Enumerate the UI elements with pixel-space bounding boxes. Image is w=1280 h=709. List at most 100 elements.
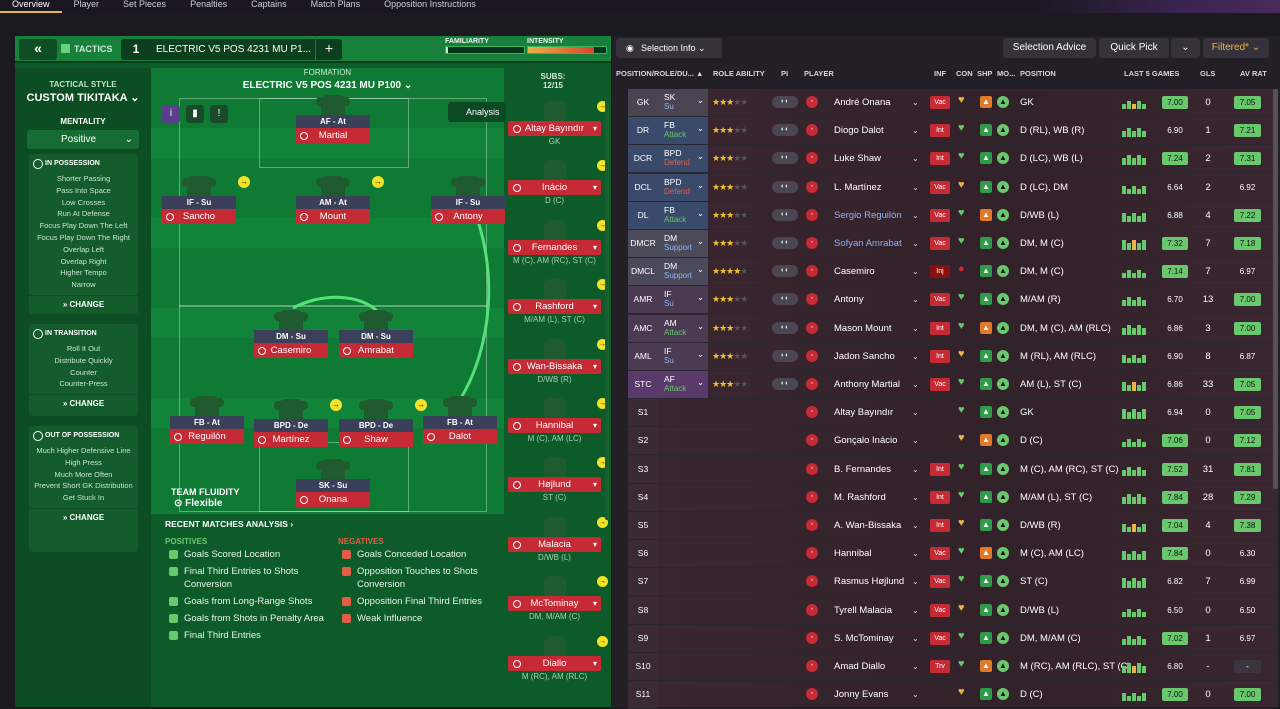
player-dropdown[interactable]: ⌄ — [912, 230, 919, 257]
sub-player[interactable]: →Altay BayındırGK — [508, 101, 608, 146]
player-name-link[interactable]: M. Rashford — [834, 484, 920, 511]
player-dropdown[interactable]: ⌄ — [912, 89, 919, 116]
right-scrollbar[interactable] — [1273, 89, 1278, 707]
col-header-pi[interactable]: PI — [781, 69, 788, 78]
player-name-link[interactable]: Jonny Evans — [834, 681, 920, 708]
player-name-link[interactable]: Sofyan Amrabat — [834, 230, 920, 257]
player-instructions-toggle[interactable]: ◐◐ — [772, 237, 798, 249]
left-scrollbar[interactable] — [605, 100, 609, 520]
player-dropdown[interactable]: ⌄ — [912, 258, 919, 285]
filter-button[interactable]: Filtered* ⌄ — [1203, 38, 1269, 58]
quick-pick-dropdown[interactable]: ⌄ — [1171, 38, 1200, 58]
col-header-goals[interactable]: GLS — [1200, 69, 1215, 78]
player-dropdown[interactable]: ⌄ — [912, 315, 919, 342]
table-row[interactable]: S9 ◦ S. McTominay ⌄ Vac ♥ ▲ ▲ DM, M/AM (C) 7.02 1 6… — [628, 624, 1273, 653]
table-row[interactable]: S1 ◦ Altay Bayındır ⌄ ♥ ▲ ▲ GK 6.94 0 7.05 — [628, 399, 1273, 428]
player-name-link[interactable]: L. Martínez — [834, 174, 920, 201]
player-instructions-toggle[interactable]: ◐◐ — [772, 321, 798, 334]
sub-player[interactable]: →HøjlundST (C) — [508, 457, 608, 502]
table-row[interactable]: DL FB Attack ⌄ ★★★★★ ◐◐ ◦ Sergio Reguilón ⌄ Vac ♥ ▲… — [628, 201, 1273, 230]
player-dropdown[interactable]: ⌄ — [912, 597, 919, 624]
sub-player[interactable]: →InácioD (C) — [508, 160, 608, 205]
player-dropdown[interactable]: ⌄ — [912, 484, 919, 511]
sub-player[interactable]: →McTominayDM, M/AM (C) — [508, 576, 608, 621]
pitch-player[interactable]: SK - Su Onana — [296, 459, 370, 507]
player-dropdown[interactable]: ⌄ — [912, 117, 919, 144]
player-name-link[interactable]: Luke Shaw — [834, 145, 920, 172]
tab-captains[interactable]: Captains — [239, 0, 299, 13]
in-possession-change-button[interactable]: » CHANGE — [29, 294, 138, 314]
player-dropdown[interactable]: ⌄ — [912, 540, 919, 567]
table-row[interactable]: S7 ◦ Rasmus Højlund ⌄ Vac ♥ ▲ ▲ ST (C) 6.82 7 6.99 — [628, 568, 1273, 597]
tab-set-pieces[interactable]: Set Pieces — [111, 0, 178, 13]
table-row[interactable]: DMCL DM Support ⌄ ★★★★★ ◐◐ ◦ Casemiro ⌄ Inj ● ▲ ▲ DM,… — [628, 258, 1273, 287]
collapse-button[interactable]: « — [19, 39, 57, 60]
player-instructions-toggle[interactable]: ◐◐ — [772, 378, 798, 390]
tab-player[interactable]: Player — [62, 0, 112, 13]
pitch-player[interactable]: IF - Su Sancho → — [162, 176, 250, 224]
player-name-link[interactable]: Antony — [834, 286, 920, 313]
table-row[interactable]: S3 ◦ B. Fernandes ⌄ Int ♥ ▲ ▲ M (C), AM (RC), ST… — [628, 455, 1273, 484]
sub-player[interactable]: →RashfordM/AM (L), ST (C) — [508, 279, 608, 324]
player-name-link[interactable]: Mason Mount — [834, 315, 920, 342]
tactic-select[interactable]: ELECTRIC V5 POS 4231 MU P1... ⌄ — [151, 39, 315, 76]
tab-opposition-instructions[interactable]: Opposition Instructions — [372, 0, 488, 13]
player-dropdown[interactable]: ⌄ — [912, 625, 919, 652]
pitch-player[interactable]: BPD - De Martínez → — [254, 399, 342, 447]
row-role-duty[interactable]: BPD Defend ⌄ — [658, 145, 708, 173]
row-role-duty[interactable]: IF Su ⌄ — [658, 286, 708, 314]
row-role-duty[interactable]: DM Support ⌄ — [658, 230, 708, 257]
player-name-link[interactable]: B. Fernandes — [834, 456, 920, 483]
player-name-link[interactable]: Diogo Dalot — [834, 117, 920, 144]
col-header-shp[interactable]: SHP — [977, 69, 992, 78]
player-name-link[interactable]: Casemiro — [834, 258, 920, 285]
player-name-link[interactable]: Sergio Reguilón — [834, 202, 920, 229]
col-header-role-ability[interactable]: ROLE ABILITY — [713, 69, 765, 78]
player-dropdown[interactable]: ⌄ — [912, 568, 919, 595]
table-row[interactable]: DCR BPD Defend ⌄ ★★★★★ ◐◐ ◦ Luke Shaw ⌄ Int ♥ ▲ ▲ D (… — [628, 145, 1273, 174]
mentality-select[interactable]: Positive ⌄ — [27, 130, 139, 149]
in-transition-change-button[interactable]: » CHANGE — [29, 394, 138, 413]
row-role-duty[interactable]: FB Attack ⌄ — [658, 201, 708, 229]
quick-pick-button[interactable]: Quick Pick — [1099, 38, 1169, 58]
table-row[interactable]: S6 ◦ Hannibal ⌄ Vac ♥ ▲ ▲ M (C), AM (LC) 7.84 0 6.3… — [628, 540, 1273, 569]
tab-penalties[interactable]: Penalties — [178, 0, 239, 13]
tab-match-plans[interactable]: Match Plans — [299, 0, 373, 13]
player-instructions-toggle[interactable]: ◐◐ — [772, 208, 798, 221]
table-row[interactable]: AMR IF Su ⌄ ★★★★★ ◐◐ ◦ Antony ⌄ Vac ♥ ▲ ▲ M/AM (R) 6.7… — [628, 286, 1273, 315]
player-dropdown[interactable]: ⌄ — [912, 427, 919, 454]
player-dropdown[interactable]: ⌄ — [912, 371, 919, 398]
pitch-player[interactable]: FB - At Reguilón — [170, 396, 244, 444]
table-row[interactable]: AML IF Su ⌄ ★★★★★ ◐◐ ◦ Jadon Sancho ⌄ Int ♥ ▲ ▲ M (RL… — [628, 342, 1273, 371]
table-row[interactable]: S8 ◦ Tyrell Malacia ⌄ Vac ♥ ▲ ▲ D/WB (L) 6.50 0 6.5… — [628, 596, 1273, 625]
player-instructions-toggle[interactable]: ◐◐ — [772, 96, 798, 108]
table-row[interactable]: DR FB Attack ⌄ ★★★★★ ◐◐ ◦ Diogo Dalot ⌄ Int ♥ ▲ ▲ D (… — [628, 117, 1273, 146]
player-instructions-toggle[interactable]: ◐◐ — [772, 293, 798, 306]
player-name-link[interactable]: A. Wan-Bissaka — [834, 512, 920, 539]
table-row[interactable]: DMCR DM Support ⌄ ★★★★★ ◐◐ ◦ Sofyan Amrabat ⌄ Vac… — [628, 230, 1273, 258]
row-role-duty[interactable]: SK Su ⌄ — [658, 89, 708, 116]
col-header-player[interactable]: PLAYER — [804, 69, 834, 78]
pitch-player[interactable]: FB - At Dalot — [423, 396, 497, 444]
tab-overview[interactable]: Overview — [0, 0, 62, 13]
sub-player[interactable]: →HannibalM (C), AM (LC) — [508, 398, 608, 443]
col-header-con[interactable]: CON — [956, 69, 973, 78]
pitch-player[interactable]: AF - At Martial — [296, 95, 370, 143]
player-name-link[interactable]: Hannibal — [834, 540, 920, 567]
player-dropdown[interactable]: ⌄ — [912, 174, 919, 201]
row-role-duty[interactable]: AM Attack ⌄ — [658, 314, 708, 342]
table-row[interactable]: DCL BPD Defend ⌄ ★★★★★ ◐◐ ◦ L. Martínez ⌄ Vac ♥ ▲ ▲ D… — [628, 173, 1273, 202]
player-name-link[interactable]: S. McTominay — [834, 625, 920, 652]
player-instructions-toggle[interactable]: ◐◐ — [772, 265, 798, 278]
pitch-player[interactable]: BPD - De Shaw → — [339, 399, 427, 447]
pitch-player[interactable]: DM - Su Amrabat — [339, 310, 413, 358]
col-header-inf[interactable]: INF — [934, 69, 946, 78]
table-row[interactable]: S11 ◦ Jonny Evans ⌄ ♥ ▲ ▲ D (C) 7.00 0 7.00 — [628, 681, 1273, 709]
player-name-link[interactable]: Tyrell Malacia — [834, 597, 920, 624]
row-role-duty[interactable]: FB Attack ⌄ — [658, 117, 708, 145]
table-row[interactable]: GK SK Su ⌄ ★★★★★ ◐◐ ◦ André Onana ⌄ Vac ♥ ▲ ▲ GK 7.00 0… — [628, 89, 1273, 117]
player-dropdown[interactable]: ⌄ — [912, 512, 919, 539]
col-header-morale[interactable]: MO... — [997, 69, 1015, 78]
table-row[interactable]: S4 ◦ M. Rashford ⌄ Int ♥ ▲ ▲ M/AM (L), ST (C) 7.8… — [628, 483, 1273, 512]
pitch-player[interactable]: IF - Su Antony — [431, 176, 505, 224]
